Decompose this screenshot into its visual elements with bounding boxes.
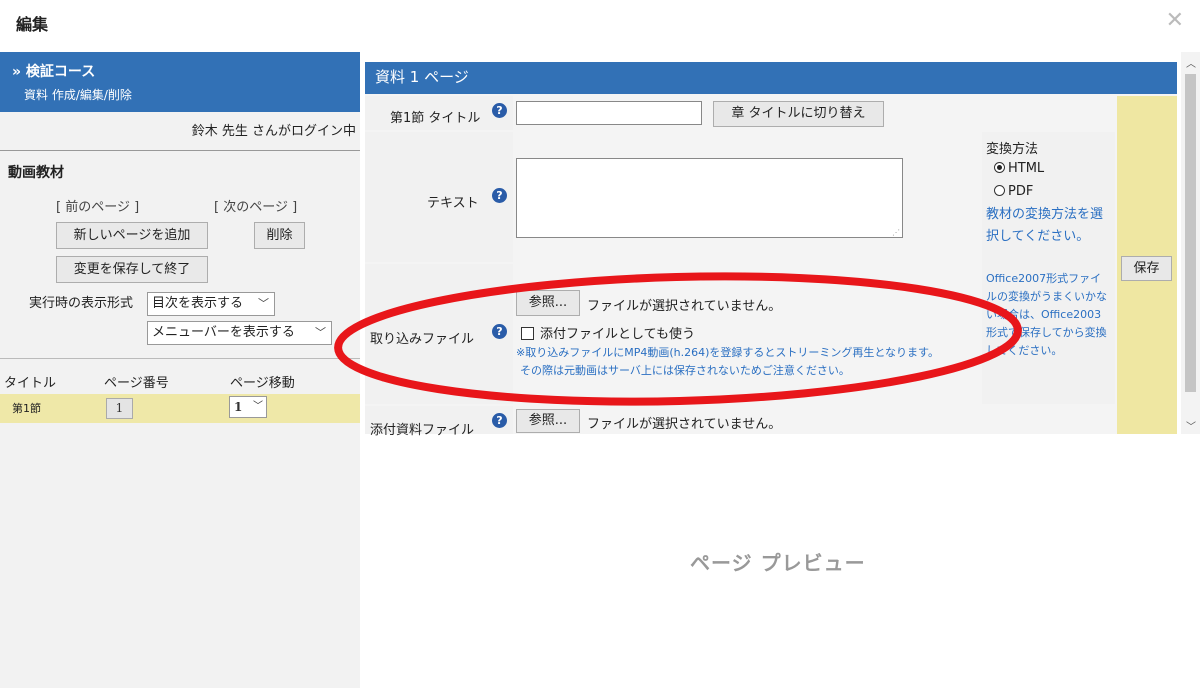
menu-select[interactable]: メニューバーを表示する ﹀	[147, 321, 332, 345]
menu-select-value: メニューバーを表示する	[152, 325, 295, 340]
vertical-scrollbar[interactable]: ︿ ﹀	[1181, 52, 1200, 434]
dialog-header: 編集 ✕	[0, 0, 1200, 46]
radio-checked-icon	[994, 162, 1005, 173]
table-row[interactable]: 第1節 1 1 ﹀	[0, 394, 360, 423]
chapter-switch-button[interactable]: 章 タイトルに切り替え	[713, 101, 884, 127]
radio-html[interactable]: HTML	[994, 161, 1044, 176]
row-title[interactable]: 第1節	[12, 400, 41, 416]
page-header: 資料 1 ページ	[365, 62, 1177, 94]
next-page-link[interactable]: [ 次のページ ]	[214, 196, 297, 215]
conversion-hint: 教材の変換方法を選択してください。	[986, 207, 1104, 244]
radio-unchecked-icon	[994, 185, 1005, 196]
divider	[0, 150, 360, 151]
conversion-label: 変換方法	[986, 142, 1039, 157]
resize-handle-icon[interactable]: ⋰	[892, 228, 900, 237]
divider	[0, 358, 360, 359]
course-header: » 検証コース 資料 作成/編集/削除	[0, 52, 360, 112]
add-page-button[interactable]: 新しいページを追加	[56, 222, 208, 249]
column-header-title: タイトル	[4, 376, 57, 391]
scroll-down-icon[interactable]: ﹀	[1186, 418, 1196, 433]
close-icon[interactable]: ✕	[1166, 8, 1184, 33]
help-icon[interactable]: ?	[492, 103, 507, 118]
help-icon[interactable]: ?	[492, 413, 507, 428]
save-button[interactable]: 保存	[1121, 256, 1172, 281]
radio-pdf-label: PDF	[1008, 184, 1034, 199]
page-number-button[interactable]: 1	[106, 398, 133, 419]
label-cell: テキスト ?	[365, 132, 513, 262]
text-label: テキスト	[427, 196, 479, 211]
login-status: 鈴木 先生 さんがログイン中	[191, 124, 356, 139]
section-title: 動画教材	[8, 165, 64, 181]
column-header-page-number: ページ番号	[104, 376, 169, 391]
save-column: 保存	[1117, 96, 1177, 434]
page-move-value: 1	[234, 400, 243, 414]
radio-html-label: HTML	[1008, 161, 1045, 176]
annotation-ellipse	[334, 272, 1022, 406]
course-title: » 検証コース	[12, 64, 96, 80]
toc-select[interactable]: 目次を表示する ﹀	[147, 292, 275, 316]
page-move-select[interactable]: 1 ﹀	[229, 396, 267, 418]
prev-page-link[interactable]: [ 前のページ ]	[56, 196, 139, 215]
label-cell: 添付資料ファイル ?	[365, 406, 513, 438]
column-header-page-move: ページ移動	[230, 376, 295, 391]
label-cell: 第1節 タイトル ?	[365, 96, 513, 130]
dialog-title: 編集	[16, 15, 49, 34]
attachment-no-file-text: ファイルが選択されていません。	[587, 417, 782, 432]
display-format-label: 実行時の表示形式	[29, 296, 134, 311]
attachment-file-label: 添付資料ファイル	[370, 423, 475, 438]
course-subtitle: 資料 作成/編集/削除	[24, 88, 132, 102]
attachment-browse-button[interactable]: 参照...	[516, 409, 580, 433]
toc-select-value: 目次を表示する	[152, 296, 244, 311]
chevron-down-icon: ﹀	[258, 297, 269, 310]
title-input[interactable]	[516, 101, 702, 125]
save-and-finish-button[interactable]: 変更を保存して終了	[56, 256, 208, 283]
scrollbar-thumb[interactable]	[1185, 74, 1196, 392]
delete-button[interactable]: 削除	[254, 222, 305, 249]
help-icon[interactable]: ?	[492, 188, 507, 203]
title-label: 第1節 タイトル	[390, 111, 481, 126]
radio-pdf[interactable]: PDF	[994, 184, 1033, 199]
chevron-down-icon: ﹀	[253, 401, 263, 412]
text-area[interactable]: ⋰	[516, 158, 903, 238]
scroll-up-icon[interactable]: ︿	[1186, 55, 1196, 70]
chevron-down-icon: ﹀	[315, 326, 326, 339]
left-panel: » 検証コース 資料 作成/編集/削除 鈴木 先生 さんがログイン中 動画教材 …	[0, 52, 360, 688]
page-preview-label: ページ プレビュー	[690, 551, 866, 575]
